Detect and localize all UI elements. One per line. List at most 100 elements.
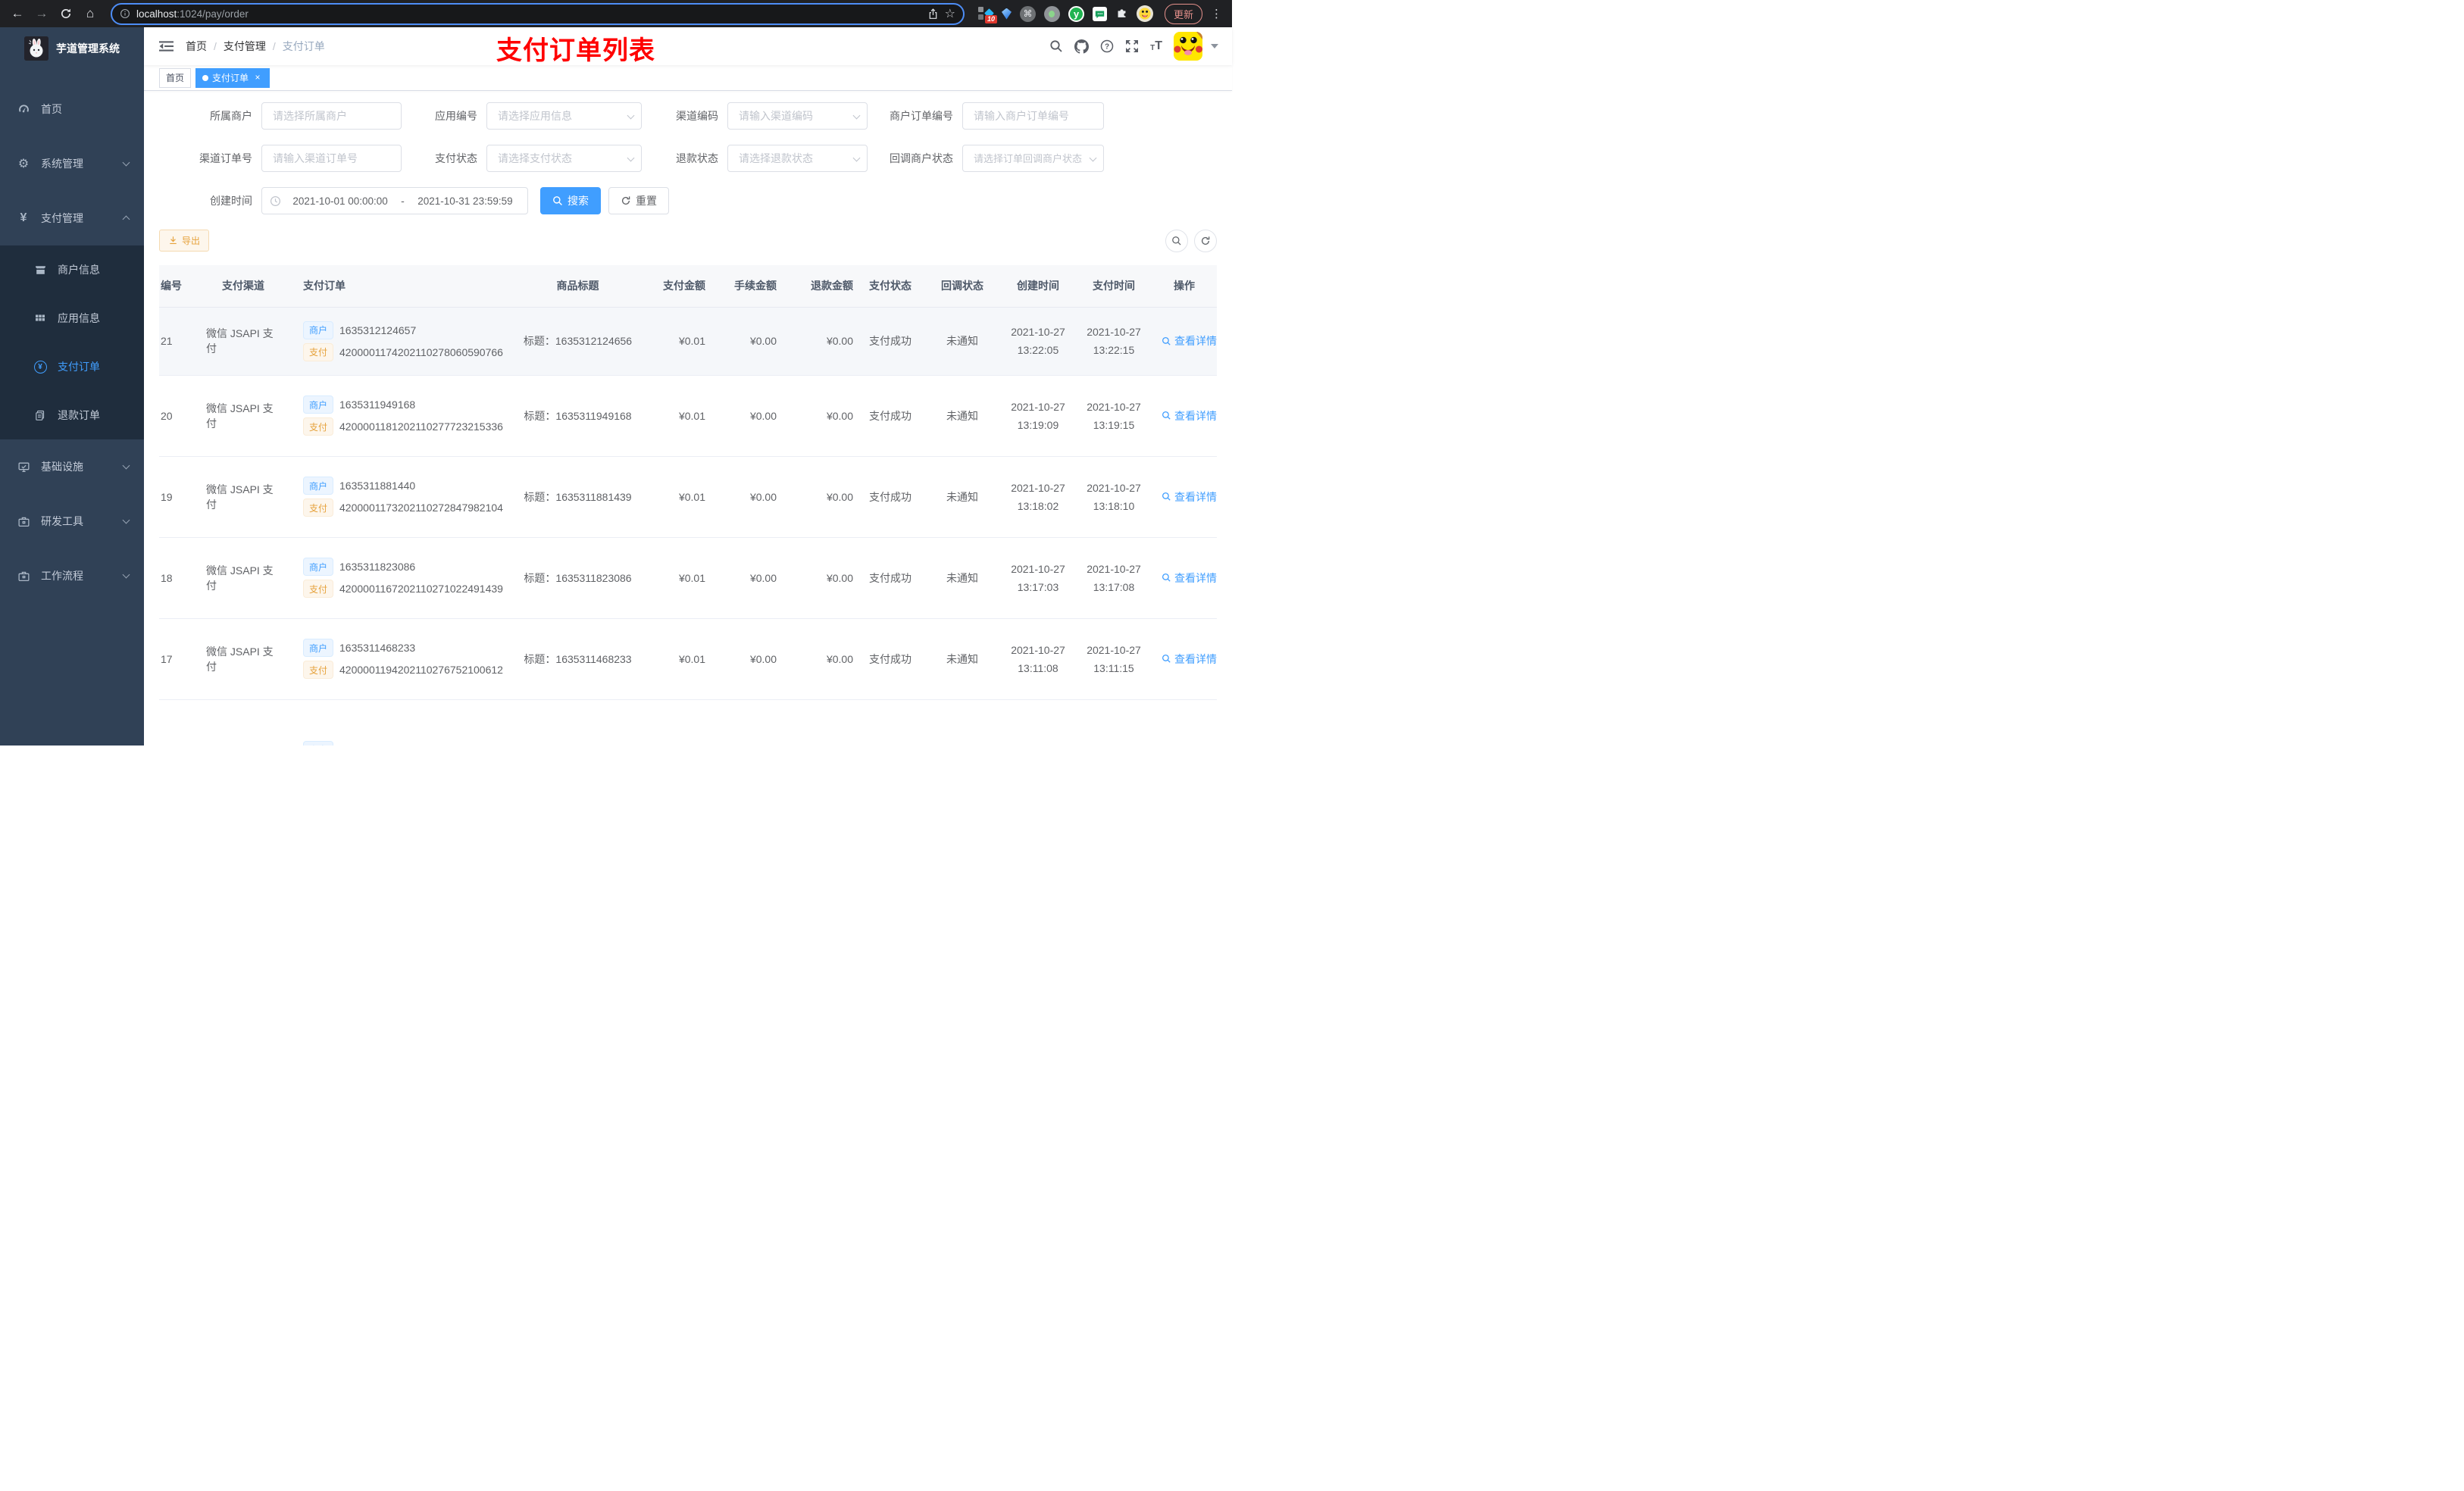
url-bar[interactable]: localhost:1024/pay/order ☆ (111, 2, 965, 25)
help-icon[interactable]: ? (1100, 39, 1114, 53)
channel-order-no-input[interactable] (261, 145, 402, 172)
logo-rabbit-icon (24, 36, 48, 61)
sidebar-item-home[interactable]: 首页 (0, 82, 144, 136)
chevron-down-icon (122, 516, 130, 524)
grid-icon (33, 312, 47, 324)
fullscreen-icon[interactable] (1125, 39, 1139, 53)
cell-channel: 微信 JSAPI 支付 (197, 537, 280, 619)
sidebar-item-label: 支付订单 (58, 361, 100, 373)
tab-home[interactable]: 首页 (159, 67, 192, 88)
yen-circle-icon: ¥ (33, 360, 47, 374)
sidebar-item-app-info[interactable]: 应用信息 (0, 294, 144, 342)
sidebar-item-system[interactable]: ⚙ 系统管理 (0, 136, 144, 191)
cell-created: 2021-10-27 13:18:02 (1000, 456, 1076, 538)
export-button[interactable]: 导出 (159, 230, 210, 252)
cell-id: 18 (159, 537, 197, 619)
field-label: 商户订单编号 (890, 110, 953, 122)
clock-icon (270, 195, 281, 206)
view-detail-link[interactable]: 查看详情 (1162, 652, 1217, 667)
cell-fee: ¥0.00 (708, 307, 784, 376)
notify-status-select[interactable] (962, 145, 1104, 172)
cell-channel: 微信 JSAPI 支付 (197, 375, 280, 457)
sidebar-item-pay-order[interactable]: ¥ 支付订单 (0, 342, 144, 391)
sidebar-item-label: 应用信息 (58, 312, 100, 324)
cell-title: 标题：1635312124656 (515, 307, 640, 376)
filter-row-3: 创建时间 2021-10-01 00:00:00 - 2021-10-31 23… (159, 187, 1217, 214)
extension-chat-icon[interactable] (1092, 6, 1107, 21)
sidebar-item-workflow[interactable]: 工作流程 (0, 549, 144, 603)
view-detail-link[interactable]: 查看详情 (1162, 570, 1217, 586)
sidebar-item-pay[interactable]: ¥ 支付管理 (0, 191, 144, 245)
sidebar-item-infra[interactable]: 基础设施 (0, 439, 144, 494)
sidebar-item-label: 研发工具 (41, 515, 83, 527)
font-size-icon[interactable]: TT (1150, 40, 1162, 52)
back-icon[interactable]: ← (8, 4, 27, 23)
pay-status-select[interactable] (486, 145, 642, 172)
cell-order: 商户 1635311949168 支付 4200001181202110277723… (280, 375, 515, 457)
cell-created: 2021-10-27 13:19:09 (1000, 375, 1076, 457)
view-detail-link[interactable]: 查看详情 (1162, 408, 1217, 424)
merchant-select[interactable] (261, 102, 402, 130)
chevron-down-icon (122, 461, 130, 470)
avatar-caret-icon[interactable] (1211, 44, 1218, 48)
page-title-annotation: 支付订单列表 (496, 36, 655, 65)
col-notify-status: 回调状态 (924, 265, 1000, 308)
cell-refund: ¥0.00 (784, 375, 856, 457)
chevron-up-icon (122, 215, 130, 223)
cell-title: 标题：1635311823086 (515, 537, 640, 619)
extension-badge: 10 (984, 15, 997, 23)
refund-status-select[interactable] (727, 145, 868, 172)
app-select[interactable] (486, 102, 642, 130)
home-icon[interactable]: ⌂ (80, 4, 100, 23)
tab-pay-order[interactable]: 支付订单 × (195, 67, 270, 88)
cell-pay-status: 支付成功 (856, 307, 924, 376)
pay-submenu: 商户信息 应用信息 ¥ 支付订单 退款订单 (0, 245, 144, 439)
table-toolbar: 导出 (159, 229, 1217, 252)
pay-tag: 支付 (303, 417, 334, 436)
reset-button[interactable]: 重置 (608, 187, 669, 214)
field-label: 应用编号 (435, 110, 477, 122)
reload-icon[interactable] (56, 4, 76, 23)
field-label: 渠道订单号 (199, 152, 252, 164)
gear-icon: ⚙ (17, 158, 30, 170)
extension-puzzle-icon[interactable] (1115, 6, 1128, 21)
show-search-toggle-button[interactable] (1165, 229, 1188, 252)
sidebar-item-refund-order[interactable]: 退款订单 (0, 391, 144, 439)
sidebar-item-devtools[interactable]: 研发工具 (0, 494, 144, 549)
refresh-table-button[interactable] (1194, 229, 1217, 252)
sidebar-fold-icon[interactable] (159, 40, 174, 52)
site-info-icon[interactable] (120, 8, 130, 19)
chrome-update-button[interactable]: 更新 (1164, 3, 1202, 24)
chrome-menu-icon[interactable]: ⋮ (1211, 7, 1222, 20)
profile-avatar-icon[interactable] (1136, 5, 1153, 22)
extensions-area: 10 ⌘ y 更新 ⋮ (975, 3, 1224, 24)
user-avatar[interactable] (1174, 32, 1202, 61)
view-detail-link[interactable]: 查看详情 (1162, 333, 1217, 349)
close-icon[interactable]: × (252, 72, 263, 83)
sidebar-item-merchant-info[interactable]: 商户信息 (0, 245, 144, 294)
extension-grid-icon[interactable]: 10 (977, 7, 997, 23)
bookmark-star-icon[interactable]: ☆ (945, 6, 955, 21)
cell-paid: 2021-10-27 13:22:15 (1076, 307, 1152, 376)
extension-gem-icon[interactable] (1001, 8, 1012, 20)
breadcrumb-pay[interactable]: 支付管理 (224, 39, 266, 54)
forward-icon[interactable]: → (32, 4, 52, 23)
share-icon[interactable] (927, 8, 939, 20)
cell-notify-status: 未通知 (924, 307, 1000, 376)
extension-command-icon[interactable]: ⌘ (1019, 5, 1036, 22)
search-icon[interactable] (1049, 39, 1063, 53)
channel-code-select[interactable] (727, 102, 868, 130)
app-logo[interactable]: 芋道管理系统 (0, 27, 144, 70)
merchant-order-no-input[interactable] (962, 102, 1104, 130)
extension-y-icon[interactable]: y (1068, 5, 1084, 22)
search-button[interactable]: 搜索 (540, 187, 601, 214)
breadcrumb-home[interactable]: 首页 (186, 39, 207, 54)
monitor-icon (17, 461, 30, 474)
view-detail-link[interactable]: 查看详情 (1162, 489, 1217, 505)
github-icon[interactable] (1074, 39, 1090, 54)
navbar-actions: ? TT (1049, 32, 1218, 61)
extension-dot-icon[interactable] (1043, 5, 1060, 22)
date-range-picker[interactable]: 2021-10-01 00:00:00 - 2021-10-31 23:59:5… (261, 187, 528, 214)
table-row-partial: 商户1635311251796 (159, 699, 1217, 746)
cell-action: 查看详情 (1152, 456, 1217, 538)
